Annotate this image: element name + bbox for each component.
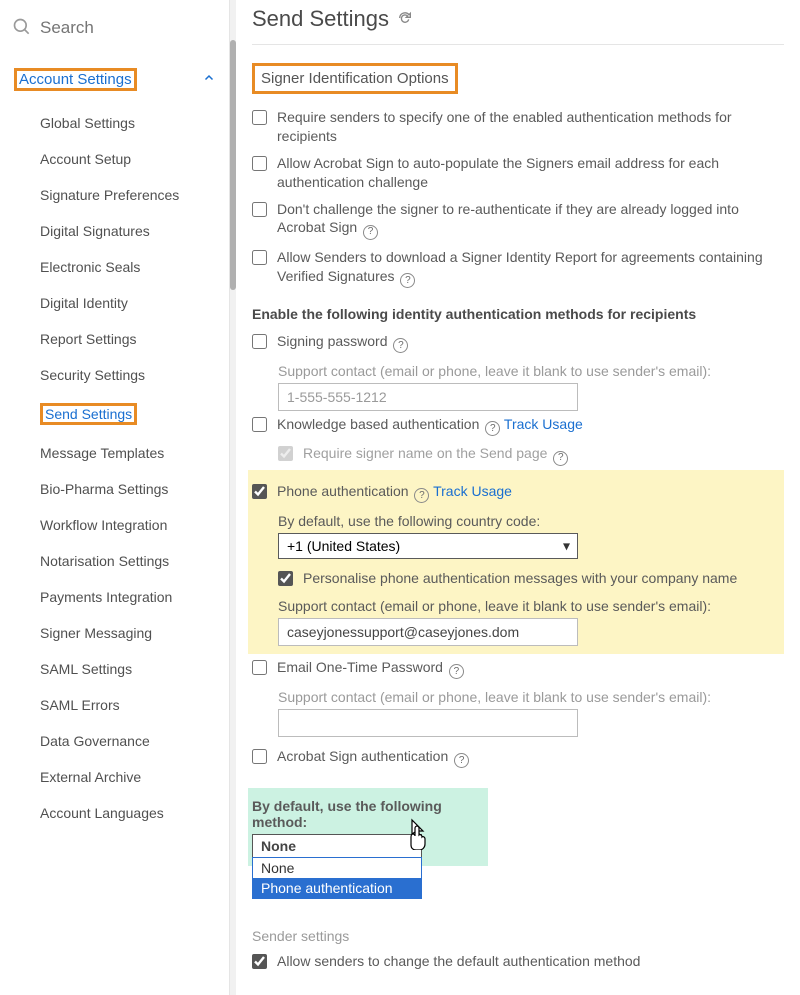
default-method-highlight: By default, use the following method: No… bbox=[248, 788, 488, 866]
sidebar-header[interactable]: Account Settings bbox=[0, 60, 229, 99]
sidebar-item-payments-integration[interactable]: Payments Integration bbox=[0, 579, 229, 615]
phone-personalise-checkbox[interactable] bbox=[278, 571, 293, 586]
default-method-dropdown-list: None Phone authentication bbox=[252, 857, 422, 899]
phone-country-label: By default, use the following country co… bbox=[278, 513, 776, 529]
email-otp-support-input[interactable] bbox=[278, 709, 578, 737]
help-icon[interactable]: ? bbox=[553, 451, 568, 466]
sidebar-item-account-setup[interactable]: Account Setup bbox=[0, 141, 229, 177]
kba-track-usage-link[interactable]: Track Usage bbox=[504, 416, 583, 432]
sidebar-header-label: Account Settings bbox=[19, 71, 132, 90]
default-method-select[interactable]: None bbox=[252, 834, 422, 858]
sidebar-item-digital-identity[interactable]: Digital Identity bbox=[0, 285, 229, 321]
sender-settings-heading: Sender settings bbox=[252, 928, 784, 944]
kba-label: Knowledge based authentication ? Track U… bbox=[277, 415, 784, 436]
opt-no-rechallenge-label: Don't challenge the signer to re-authent… bbox=[277, 200, 784, 240]
search-input[interactable] bbox=[32, 14, 217, 42]
sidebar: Account Settings Global Settings Account… bbox=[0, 0, 230, 995]
sidebar-item-global-settings[interactable]: Global Settings bbox=[0, 105, 229, 141]
phone-support-input[interactable] bbox=[278, 618, 578, 646]
sidebar-scrollbar[interactable] bbox=[230, 0, 236, 995]
sidebar-item-bio-pharma-settings[interactable]: Bio-Pharma Settings bbox=[0, 471, 229, 507]
phone-personalise-label: Personalise phone authentication message… bbox=[303, 569, 776, 588]
section-signer-id-heading: Signer Identification Options bbox=[252, 63, 458, 94]
help-icon[interactable]: ? bbox=[485, 421, 500, 436]
page-title: Send Settings bbox=[252, 6, 389, 32]
phone-auth-checkbox[interactable] bbox=[252, 484, 267, 499]
phone-auth-highlight: Phone authentication ? Track Usage By de… bbox=[248, 470, 784, 654]
acrobat-auth-label: Acrobat Sign authentication ? bbox=[277, 747, 784, 768]
dropdown-option-none[interactable]: None bbox=[253, 858, 421, 878]
search-icon bbox=[12, 17, 32, 40]
allow-change-checkbox[interactable] bbox=[252, 954, 267, 969]
help-icon[interactable]: ? bbox=[454, 753, 469, 768]
signing-password-checkbox[interactable] bbox=[252, 334, 267, 349]
sidebar-item-saml-errors[interactable]: SAML Errors bbox=[0, 687, 229, 723]
sidebar-item-account-languages[interactable]: Account Languages bbox=[0, 795, 229, 831]
opt-download-report-checkbox[interactable] bbox=[252, 250, 267, 265]
page-title-row: Send Settings bbox=[252, 0, 784, 45]
signing-password-support-label: Support contact (email or phone, leave i… bbox=[278, 363, 784, 379]
signing-password-label: Signing password ? bbox=[277, 332, 784, 353]
sidebar-item-data-governance[interactable]: Data Governance bbox=[0, 723, 229, 759]
kba-require-name-label: Require signer name on the Send page ? bbox=[303, 444, 784, 465]
email-otp-label: Email One-Time Password ? bbox=[277, 658, 784, 679]
phone-auth-label: Phone authentication ? Track Usage bbox=[277, 482, 776, 503]
email-otp-support-label: Support contact (email or phone, leave i… bbox=[278, 689, 784, 705]
phone-country-select[interactable]: +1 (United States) bbox=[278, 533, 578, 559]
opt-no-rechallenge-checkbox[interactable] bbox=[252, 202, 267, 217]
phone-track-usage-link[interactable]: Track Usage bbox=[433, 483, 512, 499]
default-method-label: By default, use the following method: bbox=[252, 798, 480, 830]
main-content: Send Settings Signer Identification Opti… bbox=[236, 0, 800, 995]
help-icon[interactable]: ? bbox=[363, 225, 378, 240]
email-otp-checkbox[interactable] bbox=[252, 660, 267, 675]
help-icon[interactable]: ? bbox=[414, 488, 429, 503]
sidebar-item-electronic-seals[interactable]: Electronic Seals bbox=[0, 249, 229, 285]
acrobat-auth-checkbox[interactable] bbox=[252, 749, 267, 764]
sidebar-item-signature-preferences[interactable]: Signature Preferences bbox=[0, 177, 229, 213]
sidebar-item-signer-messaging[interactable]: Signer Messaging bbox=[0, 615, 229, 651]
help-icon[interactable]: ? bbox=[449, 664, 464, 679]
opt-auto-populate-checkbox[interactable] bbox=[252, 156, 267, 171]
opt-auto-populate-label: Allow Acrobat Sign to auto-populate the … bbox=[277, 154, 784, 192]
chevron-up-icon bbox=[203, 71, 215, 88]
sidebar-item-workflow-integration[interactable]: Workflow Integration bbox=[0, 507, 229, 543]
kba-checkbox[interactable] bbox=[252, 417, 267, 432]
opt-require-senders-checkbox[interactable] bbox=[252, 110, 267, 125]
kba-require-name-checkbox bbox=[278, 446, 293, 461]
sidebar-item-saml-settings[interactable]: SAML Settings bbox=[0, 651, 229, 687]
opt-download-report-label: Allow Senders to download a Signer Ident… bbox=[277, 248, 784, 288]
search-row bbox=[0, 10, 229, 60]
dropdown-option-phone-auth[interactable]: Phone authentication bbox=[253, 878, 421, 898]
sidebar-item-external-archive[interactable]: External Archive bbox=[0, 759, 229, 795]
signing-password-support-input[interactable] bbox=[278, 383, 578, 411]
help-icon[interactable]: ? bbox=[393, 338, 408, 353]
enable-methods-heading: Enable the following identity authentica… bbox=[252, 306, 784, 322]
sidebar-item-security-settings[interactable]: Security Settings bbox=[0, 357, 229, 393]
sidebar-item-digital-signatures[interactable]: Digital Signatures bbox=[0, 213, 229, 249]
help-icon[interactable]: ? bbox=[400, 273, 415, 288]
sidebar-item-message-templates[interactable]: Message Templates bbox=[0, 435, 229, 471]
sidebar-item-report-settings[interactable]: Report Settings bbox=[0, 321, 229, 357]
sidebar-item-send-settings[interactable]: Send Settings bbox=[0, 393, 229, 435]
phone-support-label: Support contact (email or phone, leave i… bbox=[278, 598, 776, 614]
opt-require-senders-label: Require senders to specify one of the en… bbox=[277, 108, 784, 146]
refresh-icon[interactable] bbox=[397, 6, 413, 32]
allow-change-label: Allow senders to change the default auth… bbox=[277, 952, 784, 971]
sidebar-item-notarisation-settings[interactable]: Notarisation Settings bbox=[0, 543, 229, 579]
